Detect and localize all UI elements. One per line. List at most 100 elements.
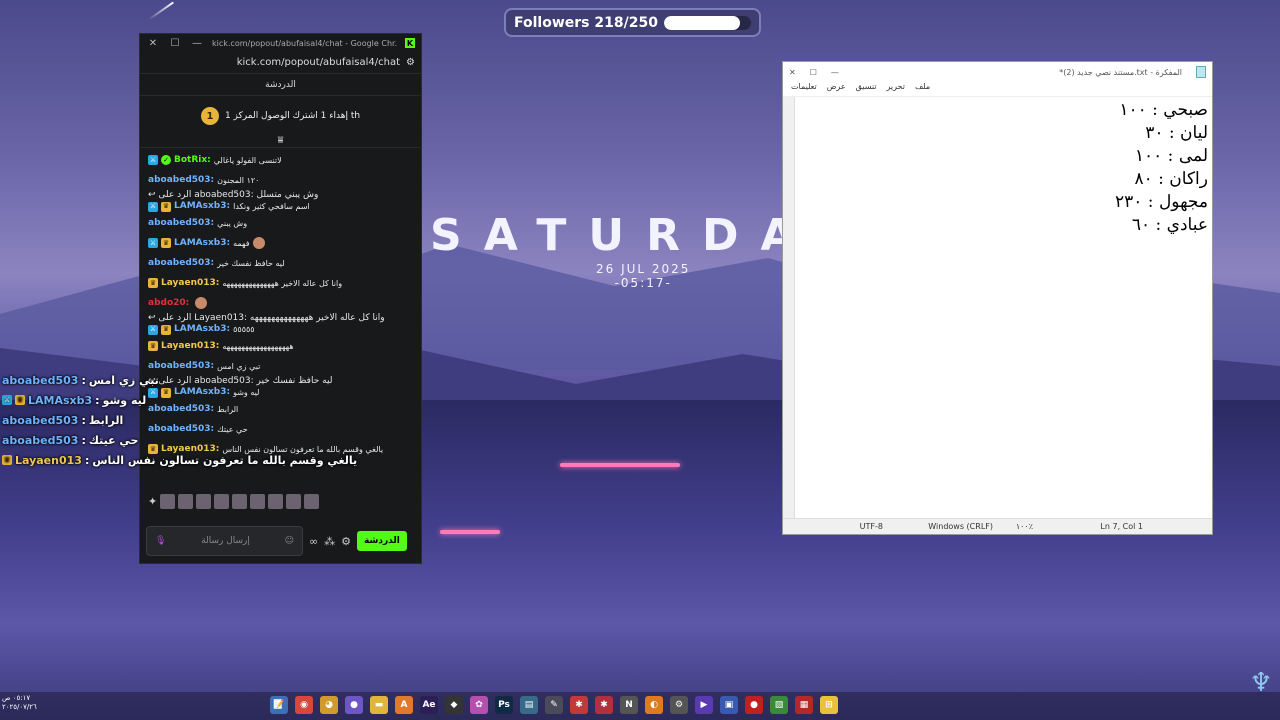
reply-reference[interactable]: ↩ الرد على aboabed503: وش يبني متسلل — [148, 190, 413, 200]
chat-message-input[interactable]: 🎙 إرسال رسالة ☺ — [146, 526, 303, 556]
followers-label: Followers 218/250 — [514, 14, 658, 31]
app-gray-icon[interactable]: ⚙ — [670, 696, 688, 714]
emote-thumb[interactable] — [250, 493, 266, 509]
gear-icon[interactable]: ⚙ — [341, 535, 351, 548]
chat-message[interactable]: ⚔ ♛ LAMAsxb3: فهمه — [148, 233, 413, 253]
emote-thumb[interactable] — [196, 493, 212, 509]
chat-emote[interactable] — [195, 297, 208, 309]
chat-message[interactable]: aboabed503: وش يبني — [148, 213, 413, 233]
close-icon[interactable]: ✕ — [146, 38, 160, 49]
emote-thumb[interactable] — [214, 493, 230, 509]
sparkle-icon[interactable]: ✦ — [148, 495, 157, 508]
record-icon[interactable]: ● — [745, 696, 763, 714]
chat-message[interactable]: aboabed503: ١٢٠ المجنون — [148, 170, 413, 190]
overlay-username: Layaen013 — [15, 453, 82, 467]
chat-message[interactable]: ↩ الرد على aboabed503: وش يبني متسلل ⚔ ♛ LA… — [148, 190, 413, 213]
send-chat-button[interactable]: الدردشة — [357, 531, 407, 551]
close-icon[interactable]: ✕ — [789, 68, 796, 77]
emote-thumb[interactable] — [304, 493, 320, 509]
emote-thumb[interactable] — [232, 493, 248, 509]
chat-message[interactable]: ⚔ ✓ BotRix: لاتنسى الفولو ياغالي — [148, 150, 413, 170]
overlay-username: aboabed503 — [2, 413, 79, 427]
app-red2-icon[interactable]: ✱ — [595, 696, 613, 714]
overlay-chat-line: aboabed503: الرابط — [2, 410, 272, 430]
chat-username[interactable]: aboabed503: — [148, 217, 214, 230]
notepad-editor[interactable]: صبحي : ١٠٠ ليان : ٣٠ لمى : ١٠٠ راكان : ٨٠ مج… — [783, 96, 1212, 518]
maximize-icon[interactable]: ☐ — [168, 38, 182, 49]
chat-message[interactable]: ♛ Layaen013: وانا كل عاله الاخير ههههههههه… — [148, 273, 413, 293]
app-blue-icon[interactable]: ▣ — [720, 696, 738, 714]
chat-username[interactable]: aboabed503: — [148, 257, 214, 270]
notepad-window: ✕ ☐ — *مستند نصي جديد (2).txt - المفكرة … — [782, 61, 1213, 535]
chat-username[interactable]: Layaen013: — [161, 277, 219, 290]
emoji-icon[interactable]: ☺ — [285, 536, 294, 546]
notepad-menu-item[interactable]: ملف — [915, 82, 930, 96]
discord-icon[interactable]: ◕ — [320, 696, 338, 714]
obs-icon[interactable]: ◆ — [445, 696, 463, 714]
paint-icon[interactable]: ✿ — [470, 696, 488, 714]
chat-username[interactable]: abdo20: — [148, 297, 189, 310]
chat-emote[interactable] — [252, 237, 265, 249]
emote-thumb[interactable] — [178, 493, 194, 509]
chat-message[interactable]: abdo20: — [148, 293, 413, 313]
app-red-icon[interactable]: ✱ — [570, 696, 588, 714]
chat-username[interactable]: Layaen013: — [161, 340, 219, 353]
video-icon[interactable]: ▶ — [695, 696, 713, 714]
a-app-icon[interactable]: A — [395, 696, 413, 714]
line-ending-status: Windows (CRLF) — [928, 522, 993, 531]
chrome-icon[interactable]: ◉ — [295, 696, 313, 714]
app-purple-icon[interactable]: ● — [345, 696, 363, 714]
overlay-message-text: حي عيتك — [88, 433, 139, 447]
notepad-text-area[interactable]: صبحي : ١٠٠ ليان : ٣٠ لمى : ١٠٠ راكان : ٨٠ مج… — [795, 97, 1212, 518]
site-settings-icon[interactable]: ⚙ — [406, 57, 415, 68]
blender-icon[interactable]: ◐ — [645, 696, 663, 714]
maximize-icon[interactable]: ☐ — [810, 68, 817, 77]
emote-thumb[interactable] — [286, 493, 302, 509]
notepad-text-line: مجهول : ٢٣٠ — [1115, 192, 1208, 212]
subscriber-crown-icon: ♛ — [2, 455, 12, 465]
emote-thumb[interactable] — [160, 493, 176, 509]
chat-username[interactable]: BotRix: — [174, 154, 211, 167]
notepad-menu-item[interactable]: تحرير — [886, 82, 904, 96]
chat-username[interactable]: LAMAsxb3: — [174, 237, 230, 250]
infinity-icon[interactable]: ∞ — [309, 535, 318, 548]
chat-username[interactable]: aboabed503: — [148, 174, 214, 187]
photoshop-icon[interactable]: Ps — [495, 696, 513, 714]
subscriber-crown-icon: ♛ — [161, 201, 171, 212]
chat-message[interactable]: ♛ Layaen013: ههههههههههههههههههه — [148, 336, 413, 356]
taskbar-clock[interactable]: ٠٥:١٧ ص ٢٠٢٥/٠٧/٢٦ — [2, 694, 37, 712]
chat-username[interactable]: LAMAsxb3: — [174, 200, 230, 213]
chat-username[interactable]: LAMAsxb3: — [174, 323, 230, 336]
chat-message[interactable]: aboabed503: ليه حافظ نفسك خير — [148, 253, 413, 273]
emote-thumb[interactable] — [268, 493, 284, 509]
notepad-menu-item[interactable]: تعليمات — [791, 82, 817, 96]
minimize-icon[interactable]: — — [190, 38, 204, 49]
notepad-menu-item[interactable]: عرض — [827, 82, 846, 96]
pinned-gift-banner[interactable]: 1 إهداء 1 اشترك الوصول المركز 1 th — [140, 96, 421, 136]
chat-message[interactable]: ↩ الرد على Layaen013: وانا كل عاله الاخي… — [148, 313, 413, 336]
clock-time: ٠٥:١٧ ص — [2, 694, 31, 702]
after-effects-icon[interactable]: Ae — [420, 696, 438, 714]
address-bar[interactable]: kick.com/popout/abufaisal4/chat ⚙ — [140, 52, 421, 74]
minimize-icon[interactable]: — — [831, 68, 839, 77]
channel-logo-icon: ♆ — [1249, 668, 1273, 698]
vertical-scrollbar[interactable] — [783, 97, 795, 518]
subscriber-crown-icon: ♛ — [148, 278, 158, 288]
overlay-separator: : — [95, 393, 100, 407]
windows-icon[interactable]: ⊞ — [820, 696, 838, 714]
overlay-message-text: الرابط — [88, 413, 124, 427]
n-app-icon[interactable]: N — [620, 696, 638, 714]
tool-icon[interactable]: ✎ — [545, 696, 563, 714]
app-green-icon[interactable]: ▧ — [770, 696, 788, 714]
notepad-menu-item[interactable]: تنسيق — [856, 82, 877, 96]
microphone-icon[interactable]: 🎙 — [155, 536, 166, 546]
reply-reference[interactable]: ↩ الرد على Layaen013: وانا كل عاله الاخي… — [148, 313, 413, 323]
notepad-file-icon — [1196, 66, 1206, 78]
app-image-icon[interactable]: ▦ — [795, 696, 813, 714]
app-teal-icon[interactable]: ▤ — [520, 696, 538, 714]
notepad-icon[interactable]: 📝 — [270, 696, 288, 714]
collapse-pinned-icon[interactable]: ⩸ — [140, 136, 421, 148]
points-icon[interactable]: ⁂ — [324, 535, 335, 548]
overlay-chat-line: ♛ Layaen013: يالغي وقسم بالله ما تعرفون تس… — [2, 450, 357, 470]
folder-icon[interactable]: ▬ — [370, 696, 388, 714]
